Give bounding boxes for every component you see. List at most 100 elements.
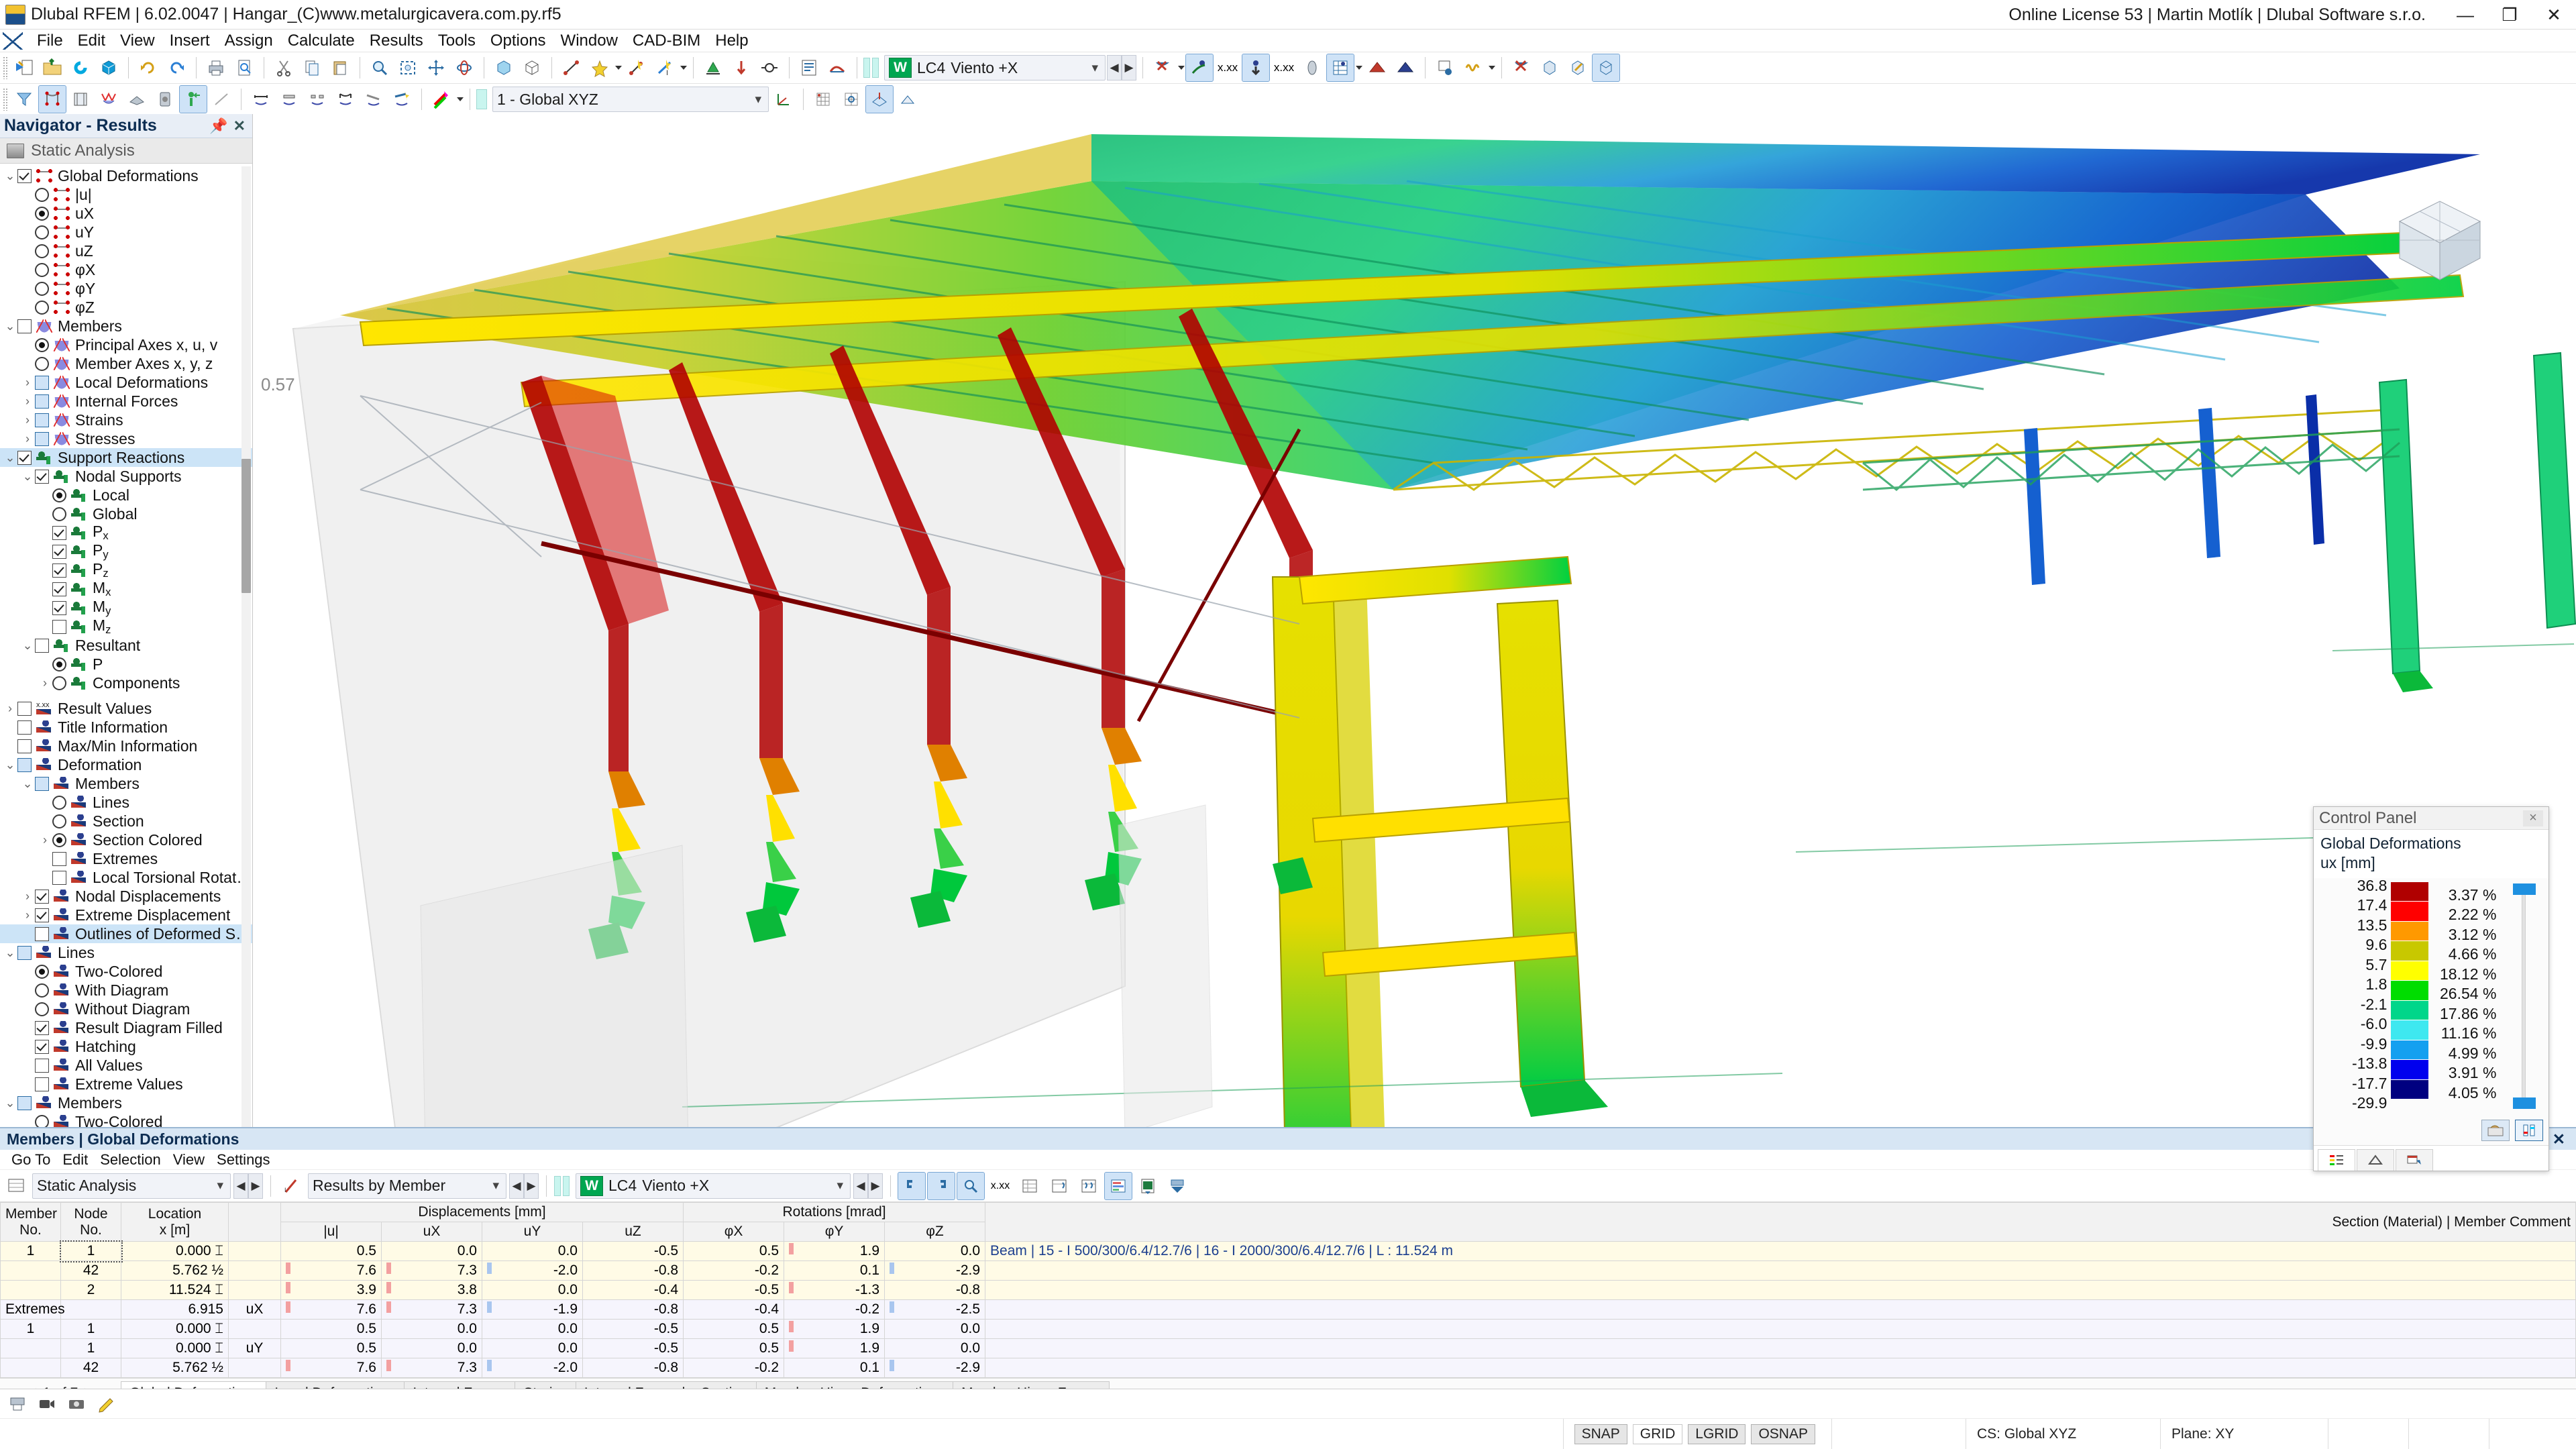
- menu-results[interactable]: Results: [362, 30, 431, 52]
- tree-item-outlines-of-deformed-surfaces[interactable]: Outlines of Deformed Surfaces: [0, 924, 252, 943]
- status-snap-toggle[interactable]: SNAP: [1574, 1424, 1627, 1444]
- diagram-mz-icon[interactable]: [388, 86, 415, 113]
- tree-item-stresses[interactable]: › Stresses: [0, 429, 252, 448]
- results-menu-settings[interactable]: Settings: [211, 1150, 276, 1170]
- legend-slider-track[interactable]: [2522, 885, 2526, 1106]
- chevron-down-icon[interactable]: ⌄: [3, 170, 17, 182]
- checkbox-checked[interactable]: [35, 1020, 49, 1035]
- navigator-pin-icon[interactable]: 📌: [209, 117, 227, 135]
- spring-dropdown-icon[interactable]: [1489, 66, 1495, 70]
- checkbox-empty[interactable]: [17, 701, 32, 716]
- load-case-spinner[interactable]: ◀ ▶: [1107, 55, 1136, 80]
- tree-item-py[interactable]: Py: [0, 541, 252, 561]
- legend-band-8[interactable]: [2391, 1040, 2429, 1060]
- radio-unselected[interactable]: [35, 244, 49, 258]
- results-load-case-chevron-down-icon[interactable]: ▾: [834, 1178, 846, 1193]
- member-results-icon[interactable]: [95, 86, 122, 113]
- radio-selected[interactable]: [35, 337, 49, 352]
- tree-item-lines[interactable]: Lines: [0, 793, 252, 812]
- chevron-down-icon[interactable]: ⌄: [3, 320, 17, 332]
- diagram-n-icon[interactable]: [248, 86, 274, 113]
- radio-unselected[interactable]: [35, 356, 49, 371]
- checkbox-checked[interactable]: [35, 1039, 49, 1054]
- tree-item-all-values[interactable]: All Values: [0, 1056, 252, 1075]
- tree-item-hatching[interactable]: Hatching: [0, 1037, 252, 1056]
- diagram-my-icon[interactable]: [360, 86, 387, 113]
- render-mode-icon[interactable]: [490, 54, 517, 81]
- tree-item-section[interactable]: Section: [0, 812, 252, 830]
- checkbox-checked[interactable]: [35, 469, 49, 484]
- tree-item-nodal-displacements[interactable]: › Nodal Displacements: [0, 887, 252, 906]
- zoom-all-icon[interactable]: [394, 54, 421, 81]
- view-solid-icon[interactable]: [1536, 54, 1563, 81]
- radio-unselected[interactable]: [35, 187, 49, 202]
- load-case-combo[interactable]: W LC4 Viento +X ▾: [884, 55, 1106, 80]
- results-analysis-combo[interactable]: Static Analysis ▾: [32, 1173, 231, 1199]
- radio-unselected[interactable]: [52, 795, 66, 810]
- result-diagram-icon[interactable]: [1364, 54, 1391, 81]
- results-table-dropdown-icon[interactable]: [1356, 66, 1362, 70]
- tree-item-support-reactions[interactable]: ⌄ Support Reactions: [0, 448, 252, 467]
- radio-unselected[interactable]: [52, 676, 66, 690]
- results-menu-edit[interactable]: Edit: [56, 1150, 94, 1170]
- results-table-view-3-icon[interactable]: [1075, 1173, 1102, 1199]
- surface-tool-icon[interactable]: I: [651, 54, 678, 81]
- tree-item-px[interactable]: Px: [0, 523, 252, 542]
- control-panel-close-icon[interactable]: ×: [2523, 810, 2543, 826]
- control-panel-tab-factors[interactable]: [2357, 1148, 2394, 1171]
- checkbox-checked[interactable]: [17, 168, 32, 183]
- checkbox-checked[interactable]: [35, 908, 49, 922]
- results-values-xxx-icon[interactable]: x.xx: [987, 1173, 1014, 1199]
- chevron-right-icon[interactable]: ›: [20, 432, 35, 446]
- checkbox-tri[interactable]: [35, 776, 49, 791]
- color-scale-icon[interactable]: [428, 86, 455, 113]
- support-reactions-results-icon[interactable]: [179, 85, 207, 113]
- results-by-prev[interactable]: ◀: [509, 1173, 524, 1199]
- support-tool-icon[interactable]: [700, 54, 727, 81]
- tree-item-deformation[interactable]: ⌄ Deformation: [0, 755, 252, 774]
- tree-item-u[interactable]: |u|: [0, 185, 252, 204]
- chevron-down-icon[interactable]: ⌄: [3, 759, 17, 771]
- checkbox-empty[interactable]: [17, 319, 32, 333]
- tree-item-nodal-supports[interactable]: ⌄ Nodal Supports: [0, 467, 252, 486]
- results-analysis-spinner[interactable]: ◀ ▶: [233, 1173, 263, 1199]
- table-row[interactable]: Extremes 6.915 uX 7.6 7.3 -1.9 -0.8 -0.4 -0.2 -2.…: [0, 1299, 2576, 1320]
- status-grid-toggle[interactable]: GRID: [1632, 1424, 1683, 1444]
- chevron-right-icon[interactable]: ›: [20, 890, 35, 904]
- tree-item-resultant[interactable]: ⌄ Resultant: [0, 636, 252, 655]
- color-scale-dropdown-icon[interactable]: [457, 97, 464, 101]
- chevron-right-icon[interactable]: ›: [20, 394, 35, 409]
- results-table[interactable]: Member No. Node No. Location x [m] Displace…: [0, 1202, 2576, 1378]
- legend-band-9[interactable]: [2391, 1060, 2429, 1080]
- settings-gear-icon[interactable]: [1432, 54, 1458, 81]
- results-find-icon[interactable]: [957, 1171, 985, 1200]
- chevron-right-icon[interactable]: ›: [20, 376, 35, 390]
- tree-item-uy[interactable]: uY: [0, 223, 252, 241]
- results-export-excel-icon[interactable]: [1134, 1173, 1161, 1199]
- control-panel-tab-legend[interactable]: [2318, 1148, 2355, 1171]
- show-section-icon[interactable]: [1299, 54, 1326, 81]
- delete-results-icon[interactable]: [1508, 54, 1535, 81]
- status-camera-icon[interactable]: [63, 1391, 90, 1417]
- control-panel[interactable]: Control Panel × Global Deformations ux […: [2313, 806, 2549, 1171]
- tree-item-title-information[interactable]: Title Information: [0, 718, 252, 737]
- results-analysis-chevron-down-icon[interactable]: ▾: [214, 1178, 226, 1193]
- navigator-close-icon[interactable]: ✕: [233, 117, 246, 135]
- cut-icon[interactable]: [270, 54, 297, 81]
- tree-item-uz[interactable]: uZ: [0, 241, 252, 260]
- tree-item-internal-forces[interactable]: › Internal Forces: [0, 392, 252, 411]
- close-button[interactable]: ✕: [2532, 0, 2576, 30]
- tree-item-my[interactable]: My: [0, 598, 252, 617]
- navigator-scrollbar-thumb[interactable]: [241, 459, 251, 593]
- legend-band-10[interactable]: [2391, 1079, 2429, 1099]
- line-tool-icon[interactable]: [558, 54, 585, 81]
- pan-icon[interactable]: [423, 54, 449, 81]
- line-tool-dropdown-icon[interactable]: [615, 66, 622, 70]
- print-preview-icon[interactable]: [231, 54, 258, 81]
- load-case-chevron-down-icon[interactable]: ▾: [1089, 60, 1101, 76]
- tree-item-principal-axes-x-u-v[interactable]: Principal Axes x, u, v: [0, 335, 252, 354]
- chevron-down-icon[interactable]: ⌄: [20, 777, 35, 790]
- coordinate-axes-icon[interactable]: [770, 86, 797, 113]
- checkbox-tri[interactable]: [35, 375, 49, 390]
- checkbox-empty[interactable]: [52, 870, 66, 885]
